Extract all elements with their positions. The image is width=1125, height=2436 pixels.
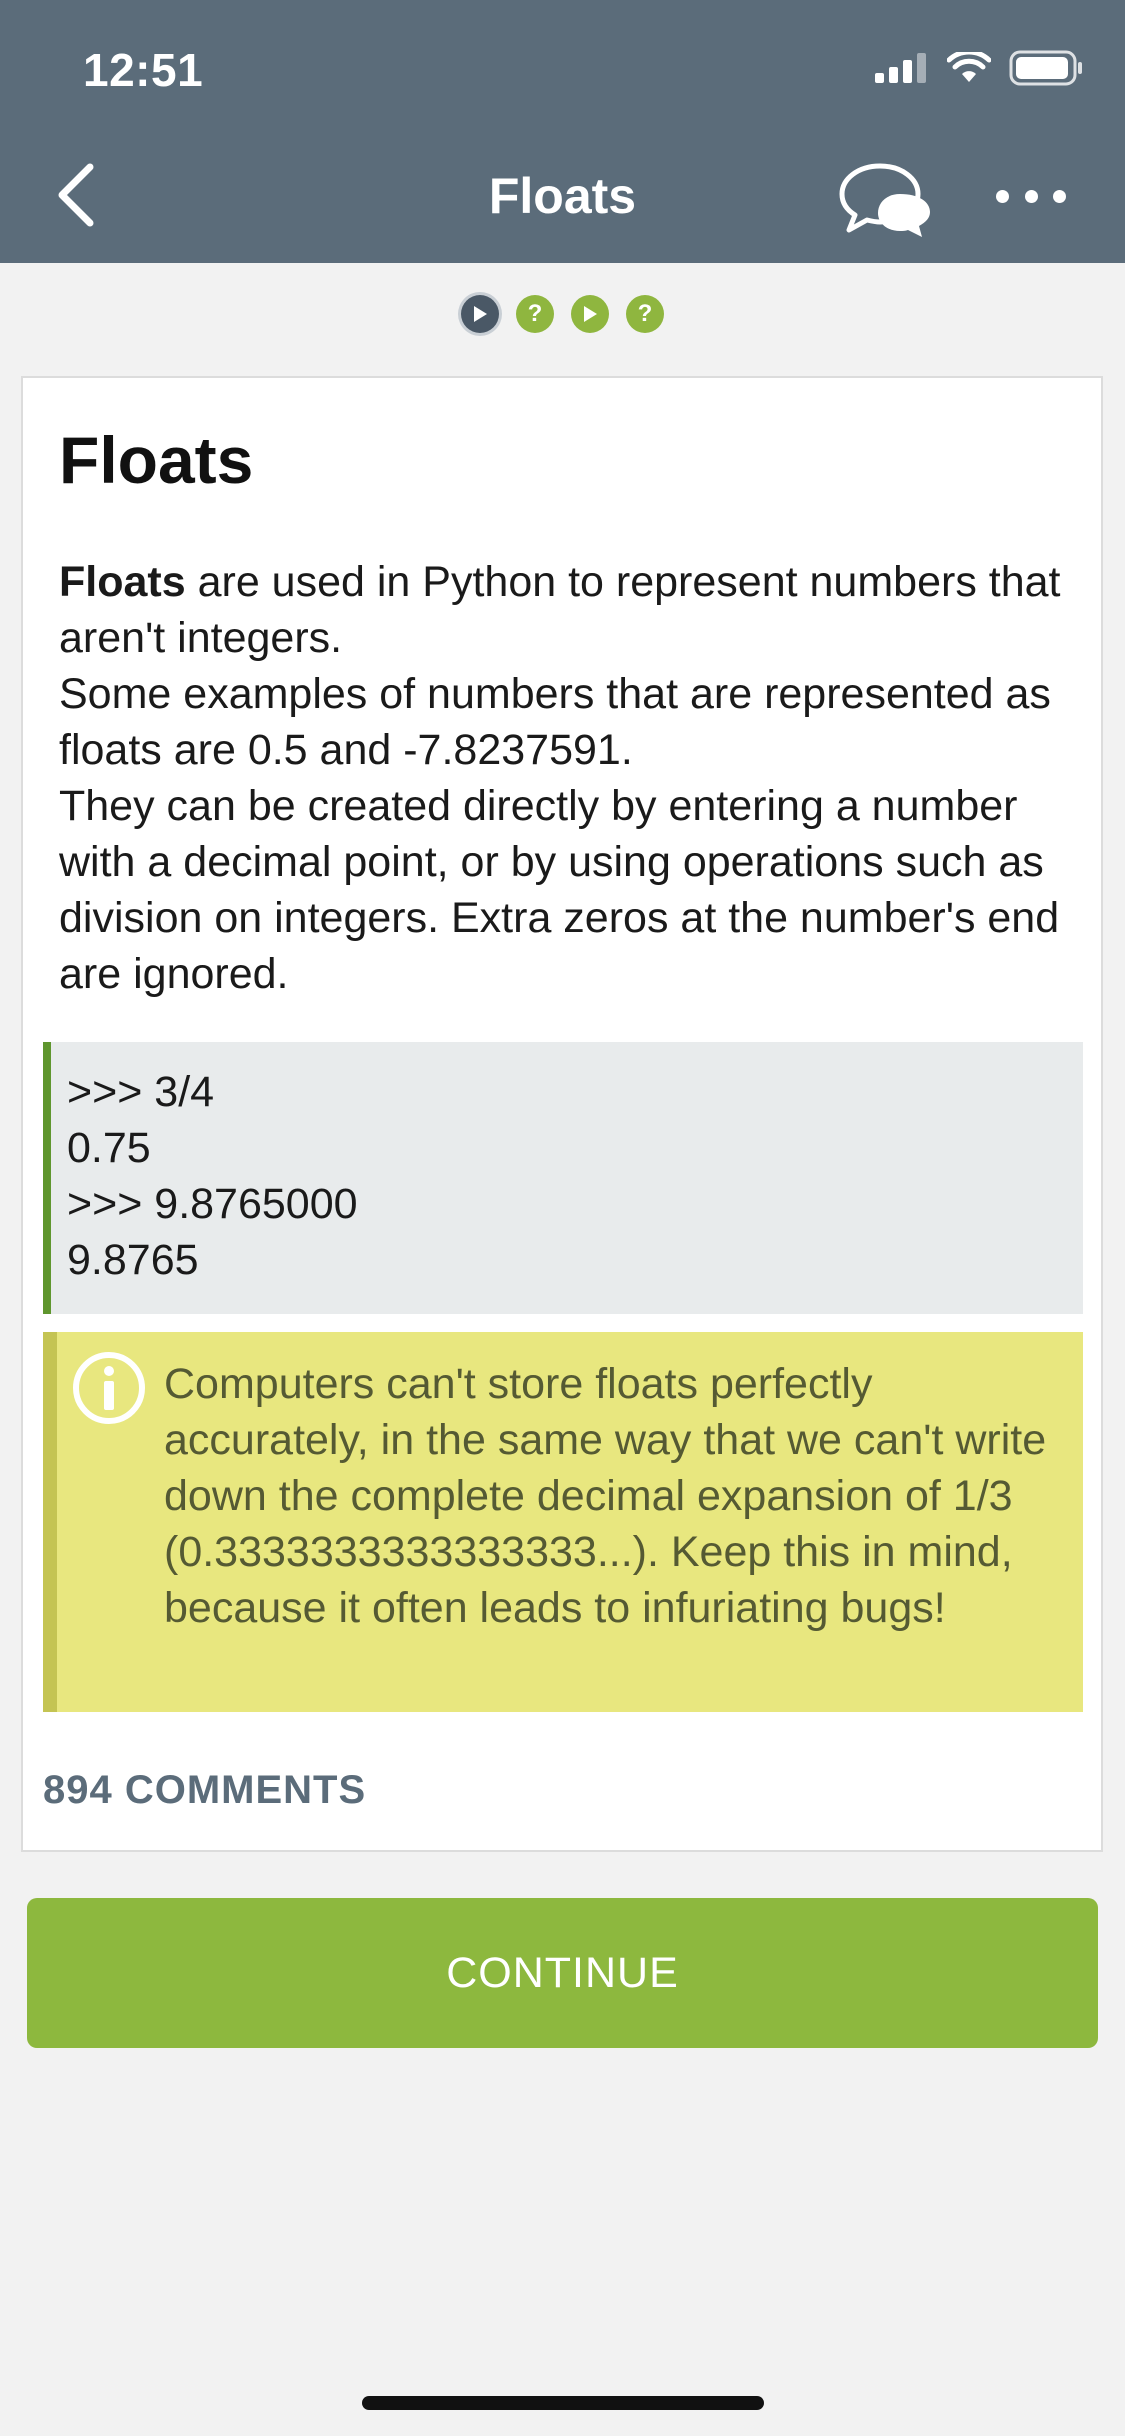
code-line: 0.75 (67, 1124, 151, 1172)
comments-button[interactable] (836, 160, 936, 240)
continue-button[interactable]: CONTINUE (27, 1898, 1098, 2048)
info-note-text: Computers can't store floats perfectly a… (164, 1360, 1047, 1632)
lesson-text: Floats are used in Python to represent n… (59, 554, 1069, 1002)
lesson-paragraph: Some examples of numbers that are repres… (59, 670, 1051, 774)
info-note: Computers can't store floats perfectly a… (43, 1332, 1083, 1712)
lesson-paragraph: Floats are used in Python to represent n… (59, 554, 1069, 666)
code-example: >>> 3/4 0.75 >>> 9.8765000 9.8765 (43, 1042, 1083, 1314)
home-indicator (362, 2396, 764, 2410)
lesson-card: Floats Floats are used in Python to repr… (21, 376, 1103, 1852)
more-button[interactable] (996, 176, 1066, 216)
progress-step-quiz-icon[interactable]: ? (516, 295, 554, 333)
lesson-title: Floats (59, 423, 254, 497)
signal-icon (875, 53, 926, 83)
more-dot (1024, 189, 1038, 203)
more-dot (1053, 189, 1066, 203)
lesson-progress: ? ? (0, 295, 1125, 333)
wifi-icon (947, 52, 991, 82)
code-line: >>> 3/4 (67, 1068, 215, 1116)
progress-step-play-icon[interactable] (571, 295, 609, 333)
lesson-term: Floats (59, 558, 186, 606)
lesson-paragraph: They can be created directly by entering… (59, 782, 1060, 998)
status-time: 12:51 (83, 44, 204, 96)
battery-icon (1009, 50, 1082, 86)
page-title: Floats (488, 168, 637, 224)
progress-step-quiz-icon[interactable]: ? (626, 295, 664, 333)
code-line: 9.8765 (67, 1236, 199, 1284)
progress-step-play-icon[interactable] (461, 295, 499, 333)
status-icons (875, 48, 1083, 88)
app-header: 12:51 Floats (0, 0, 1125, 263)
code-line: >>> 9.8765000 (67, 1180, 358, 1228)
lesson-paragraph-text: are used in Python to represent numbers … (59, 558, 1061, 662)
comments-link[interactable]: 894 COMMENTS (43, 1768, 366, 1813)
info-icon (73, 1352, 145, 1424)
chat-bubbles-icon (839, 163, 930, 237)
more-dot (996, 189, 1009, 203)
